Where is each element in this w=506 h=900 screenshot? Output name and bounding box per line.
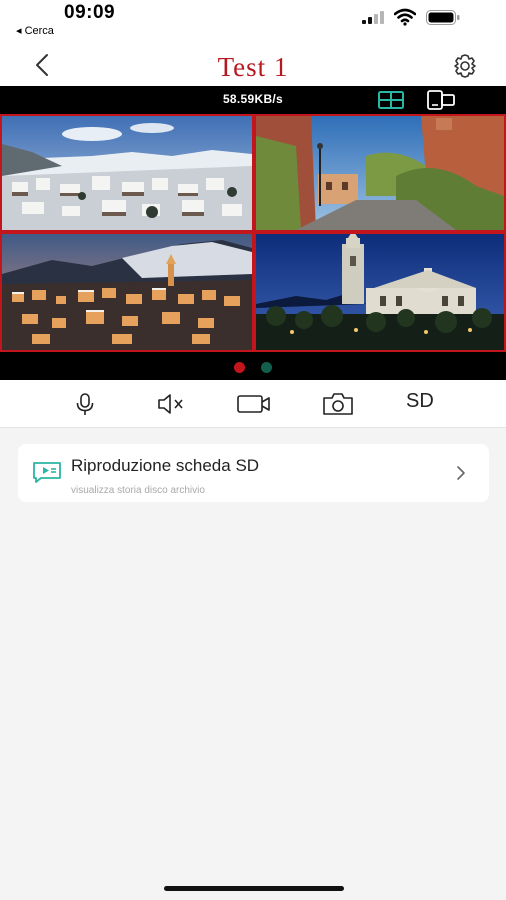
video-panel: 58.59KB/s bbox=[0, 86, 506, 380]
nav-bar: Test 1 bbox=[0, 44, 506, 86]
video-message-icon bbox=[32, 461, 62, 483]
page-title: Test 1 bbox=[217, 52, 289, 82]
back-to-app-link[interactable]: ◂ Cerca bbox=[16, 24, 54, 37]
wifi-icon bbox=[393, 8, 417, 26]
quad-grid-icon[interactable] bbox=[378, 91, 404, 109]
camera-view-2[interactable] bbox=[254, 114, 506, 232]
page-indicator bbox=[0, 360, 506, 373]
cellular-signal-icon bbox=[362, 11, 384, 24]
video-record-icon[interactable] bbox=[236, 392, 272, 416]
page-dot-inactive[interactable] bbox=[261, 362, 273, 373]
camera-view-1[interactable] bbox=[0, 114, 254, 232]
card-title: Riproduzione scheda SD bbox=[71, 456, 260, 475]
gear-icon[interactable] bbox=[450, 52, 480, 80]
speaker-muted-icon[interactable] bbox=[156, 392, 186, 416]
microphone-icon[interactable] bbox=[73, 392, 97, 416]
chevron-right-icon bbox=[455, 464, 467, 482]
camera-icon[interactable] bbox=[321, 392, 355, 416]
camera-grid bbox=[0, 114, 506, 352]
card-subtitle: visualizza storia disco archivio bbox=[71, 485, 205, 496]
device-layout-icon[interactable] bbox=[427, 90, 455, 110]
camera-view-3[interactable] bbox=[0, 232, 254, 352]
status-bar: 09:09 ◂ Cerca bbox=[0, 0, 506, 44]
sd-playback-card[interactable]: Riproduzione scheda SD visualizza storia… bbox=[18, 444, 489, 502]
camera-view-4[interactable] bbox=[254, 232, 506, 352]
status-time: 09:09 bbox=[64, 2, 116, 23]
control-toolbar: SD bbox=[0, 380, 506, 428]
home-indicator[interactable] bbox=[164, 886, 344, 891]
page-dot-active[interactable] bbox=[233, 362, 245, 373]
battery-icon bbox=[426, 10, 460, 25]
sd-card-button[interactable]: SD bbox=[406, 390, 446, 414]
